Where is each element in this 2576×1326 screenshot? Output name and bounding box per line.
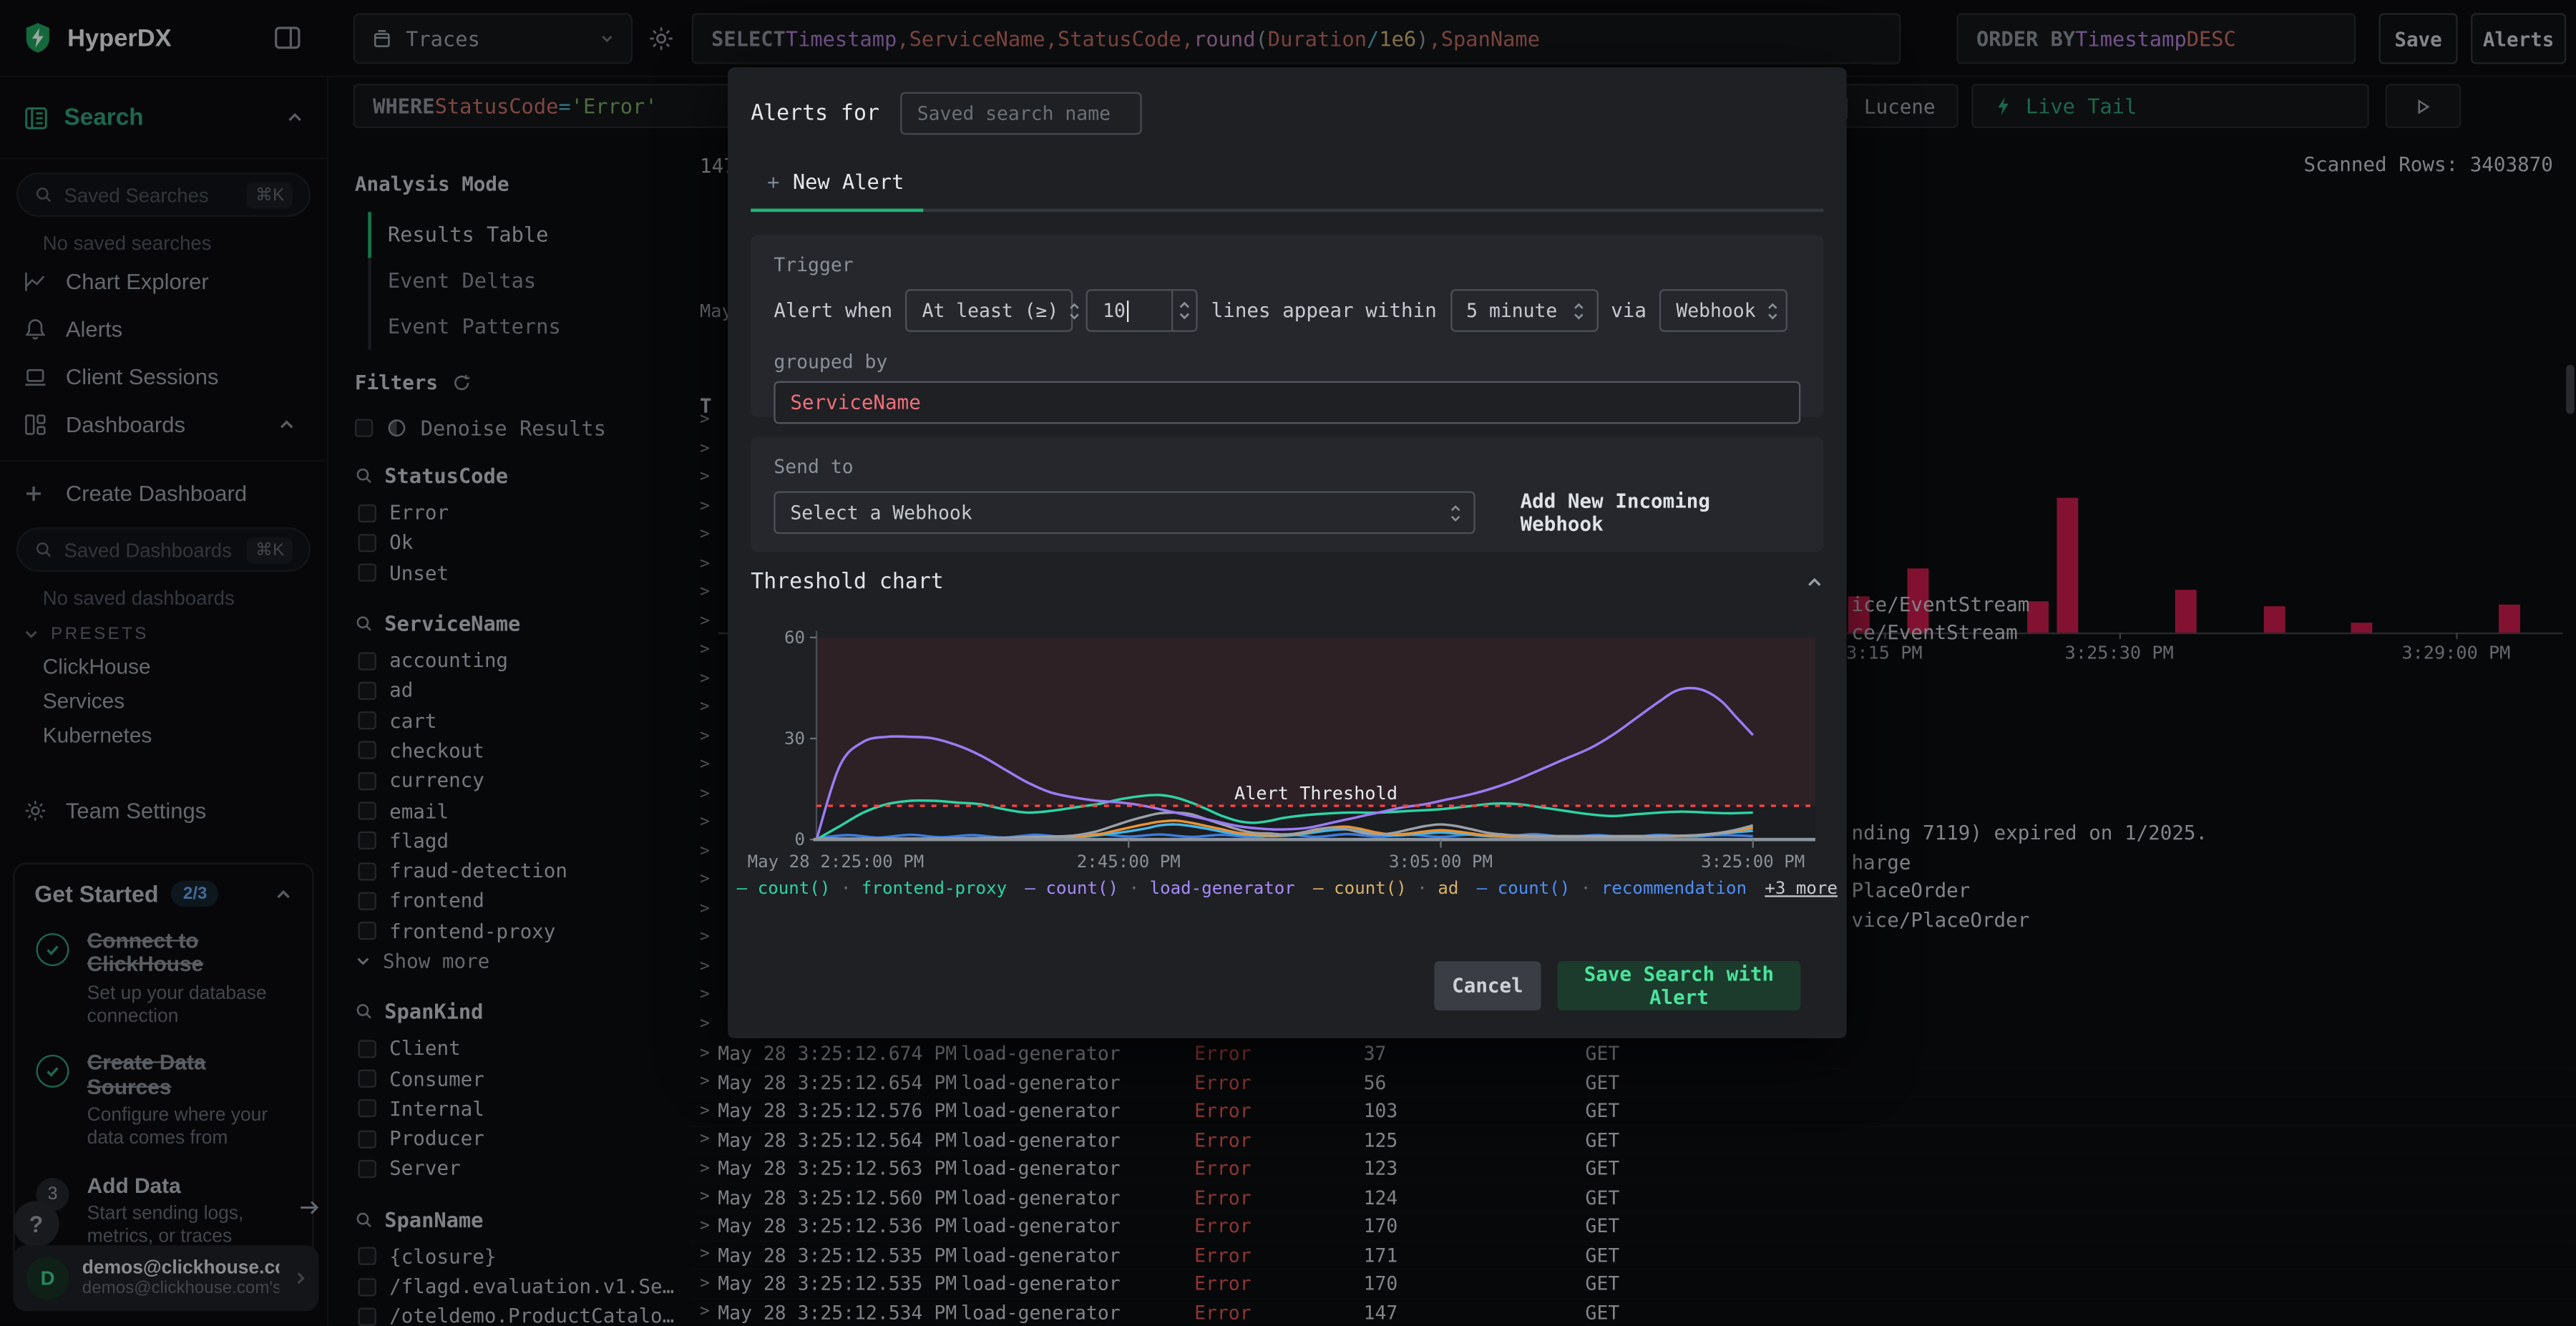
alert-modal: Alerts for + New Alert Trigger Alert whe…	[728, 67, 1847, 1039]
x-axis-tick-label: 3:25:00 PM	[1701, 852, 1805, 872]
x-axis-tick-label: May 28 2:25:00 PM	[748, 852, 924, 872]
legend-series-name: frontend-proxy	[861, 879, 1008, 899]
legend-separator: ·	[1570, 879, 1601, 899]
legend-metric: count()	[1045, 879, 1119, 899]
legend-more-link[interactable]: +3 more	[1765, 879, 1838, 899]
modal-title: Alerts for	[751, 101, 879, 126]
number-stepper[interactable]	[1171, 291, 1196, 331]
legend-item: — count() · recommendation	[1477, 879, 1747, 899]
trigger-label: Trigger	[774, 253, 854, 276]
above-threshold-region	[816, 637, 1815, 806]
chevron-up-down-icon	[1571, 300, 1584, 321]
legend-series-name: ad	[1438, 879, 1459, 899]
legend-separator: ·	[830, 879, 862, 899]
y-axis-tick-label: 0	[794, 829, 805, 849]
legend-item: — count() · ad	[1313, 879, 1458, 899]
legend-dash: —	[1476, 879, 1498, 899]
legend-separator: ·	[1118, 879, 1150, 899]
cancel-button[interactable]: Cancel	[1434, 961, 1541, 1010]
grouped-by-label: grouped by	[774, 350, 888, 374]
app-screenshot: HyperDX Traces SELECT Timestamp, ServiceN…	[0, 0, 2576, 1326]
y-axis-tick-label: 60	[784, 628, 805, 648]
legend-dash: —	[736, 879, 758, 899]
legend-metric: count()	[1497, 879, 1571, 899]
legend-series-name: load-generator	[1149, 879, 1295, 899]
legend-dash: —	[1025, 879, 1046, 899]
chart-legend: — count() · frontend-proxy — count() · lo…	[737, 879, 1838, 899]
new-alert-tab-label: New Alert	[792, 169, 904, 194]
y-axis-tick-label: 30	[784, 728, 805, 749]
x-axis-tick-label: 2:45:00 PM	[1077, 852, 1181, 872]
time-window-value: 5 minute	[1466, 298, 1558, 322]
threshold-chart-title: Threshold chart	[751, 570, 944, 595]
channel-value: Webhook	[1676, 298, 1756, 322]
legend-item: — count() · frontend-proxy	[737, 879, 1007, 899]
via-label: via	[1611, 298, 1646, 322]
legend-separator: ·	[1406, 879, 1438, 899]
chevron-up-down-icon	[1765, 300, 1778, 321]
tab-underline	[751, 208, 1824, 213]
grouped-by-value: ServiceName	[790, 391, 921, 414]
legend-item: — count() · load-generator	[1025, 879, 1294, 899]
text-caret	[1127, 300, 1129, 321]
legend-series-name: recommendation	[1601, 879, 1747, 899]
webhook-select[interactable]: Select a Webhook	[774, 491, 1476, 535]
threshold-chart: 0 30 60 Alert Threshold May 28 2:25:00 PM 2:4…	[748, 628, 1815, 872]
legend-metric: count()	[757, 879, 831, 899]
time-window-select[interactable]: 5 minute	[1450, 289, 1598, 332]
channel-select[interactable]: Webhook	[1659, 289, 1788, 332]
alert-threshold-label: Alert Threshold	[1234, 783, 1397, 804]
tab-new-alert[interactable]: + New Alert	[767, 169, 904, 193]
add-webhook-link[interactable]: Add New Incoming Webhook	[1521, 489, 1801, 535]
send-to-label: Send to	[774, 454, 854, 479]
webhook-select-value: Select a Webhook	[790, 501, 972, 525]
x-axis-tick-label: 3:05:00 PM	[1389, 852, 1493, 872]
threshold-value-input[interactable]: 10	[1086, 289, 1199, 332]
plus-icon: +	[767, 169, 780, 194]
threshold-operator-select[interactable]: At least (≥)	[905, 289, 1080, 332]
threshold-value: 10	[1103, 298, 1126, 322]
trigger-panel: Trigger Alert when At least (≥) 10 lines…	[751, 235, 1824, 424]
collapse-chart-icon[interactable]	[1805, 573, 1823, 591]
chevron-up-down-icon	[1068, 300, 1081, 321]
legend-dash: —	[1313, 879, 1335, 899]
alert-when-label: Alert when	[774, 298, 893, 322]
lines-within-label: lines appear within	[1211, 298, 1437, 322]
send-to-panel: Send to Select a Webhook Add New Incomin…	[751, 437, 1824, 552]
legend-metric: count()	[1334, 879, 1407, 899]
save-search-with-alert-button[interactable]: Save Search with Alert	[1557, 961, 1801, 1010]
threshold-operator-value: At least (≥)	[922, 298, 1059, 322]
grouped-by-input[interactable]: ServiceName	[774, 381, 1801, 424]
saved-search-name-input[interactable]	[900, 92, 1143, 135]
chevron-up-down-icon	[1450, 502, 1463, 523]
